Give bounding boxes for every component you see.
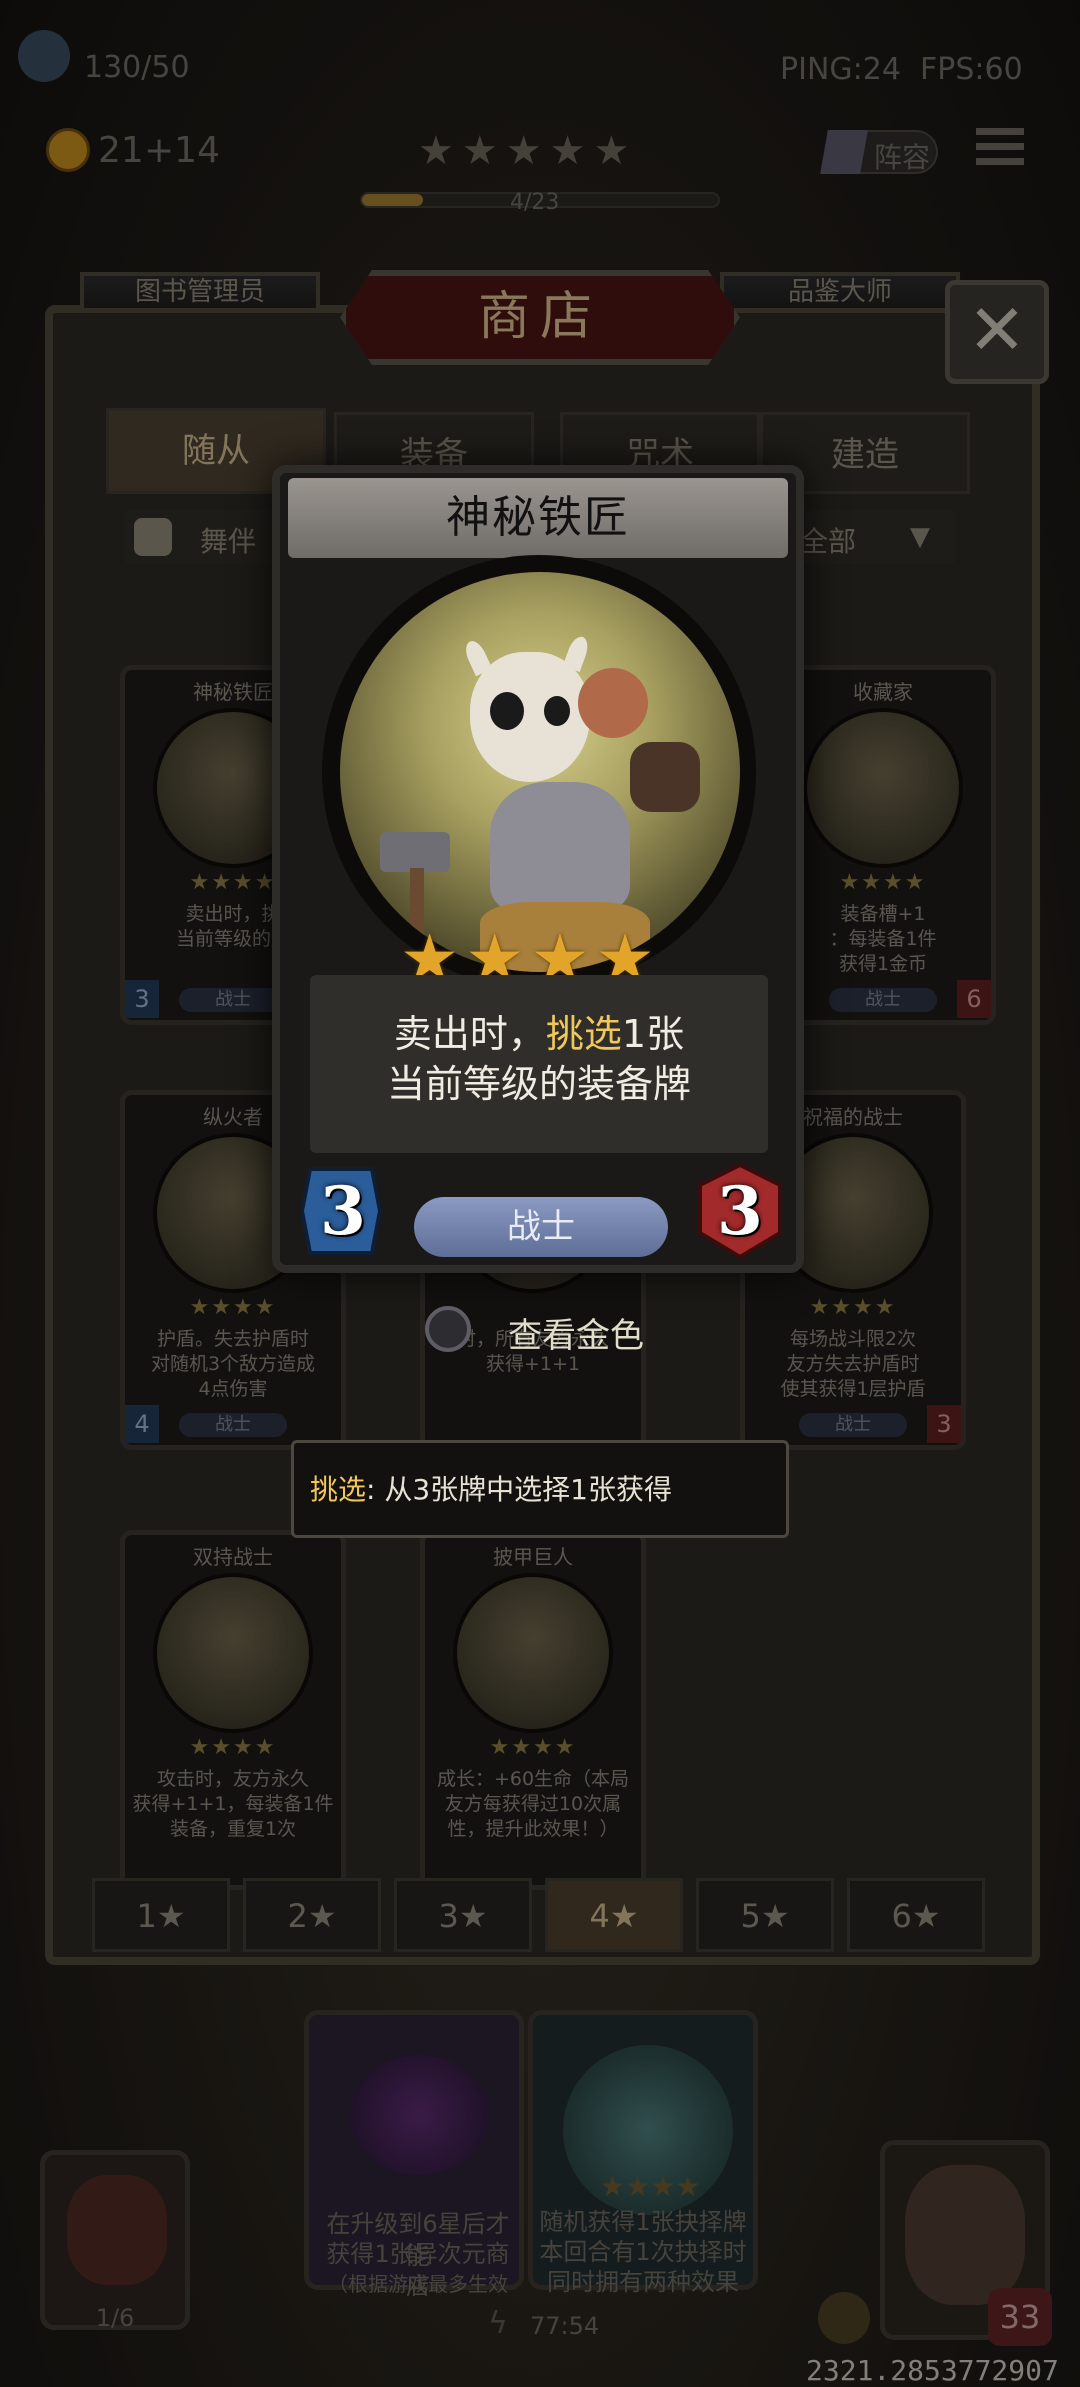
tooltip-body: : 从3张牌中选择1张获得	[366, 1473, 672, 1506]
card-description-box: 卖出时，挑选1张 当前等级的装备牌	[310, 975, 768, 1153]
mask-eye	[544, 696, 570, 726]
torso	[490, 782, 630, 912]
card-name: 神秘铁匠	[446, 492, 630, 543]
view-gold-toggle[interactable]	[425, 1306, 471, 1352]
skull-mask	[470, 652, 590, 782]
card-cost-badge: 3	[302, 1163, 384, 1259]
desc-keyword[interactable]: 挑选	[546, 1012, 622, 1056]
view-gold-label: 查看金色	[508, 1316, 644, 1356]
blacksmith-portrait	[340, 572, 740, 972]
desc-text-a: 卖出时，	[393, 1012, 546, 1056]
mask-horn	[562, 633, 592, 673]
gauntlet	[630, 742, 700, 812]
card-desc-line1: 卖出时，挑选1张	[310, 1009, 768, 1059]
card-attack-badge: 3	[696, 1163, 784, 1259]
mask-horn	[461, 637, 493, 677]
card-class-pill: 战士	[414, 1197, 668, 1257]
mask-eye	[490, 692, 524, 730]
card-name-plate: 神秘铁匠	[288, 478, 788, 558]
tooltip-text: 挑选: 从3张牌中选择1张获得	[310, 1468, 672, 1508]
card-desc-line2: 当前等级的装备牌	[386, 1062, 691, 1106]
card-cost: 3	[320, 1172, 366, 1250]
hair	[578, 668, 648, 738]
hammer-icon	[380, 832, 450, 872]
desc-text-b: 1张	[621, 1012, 685, 1056]
card-attack: 3	[717, 1172, 763, 1250]
tooltip-keyword: 挑选	[310, 1473, 367, 1506]
